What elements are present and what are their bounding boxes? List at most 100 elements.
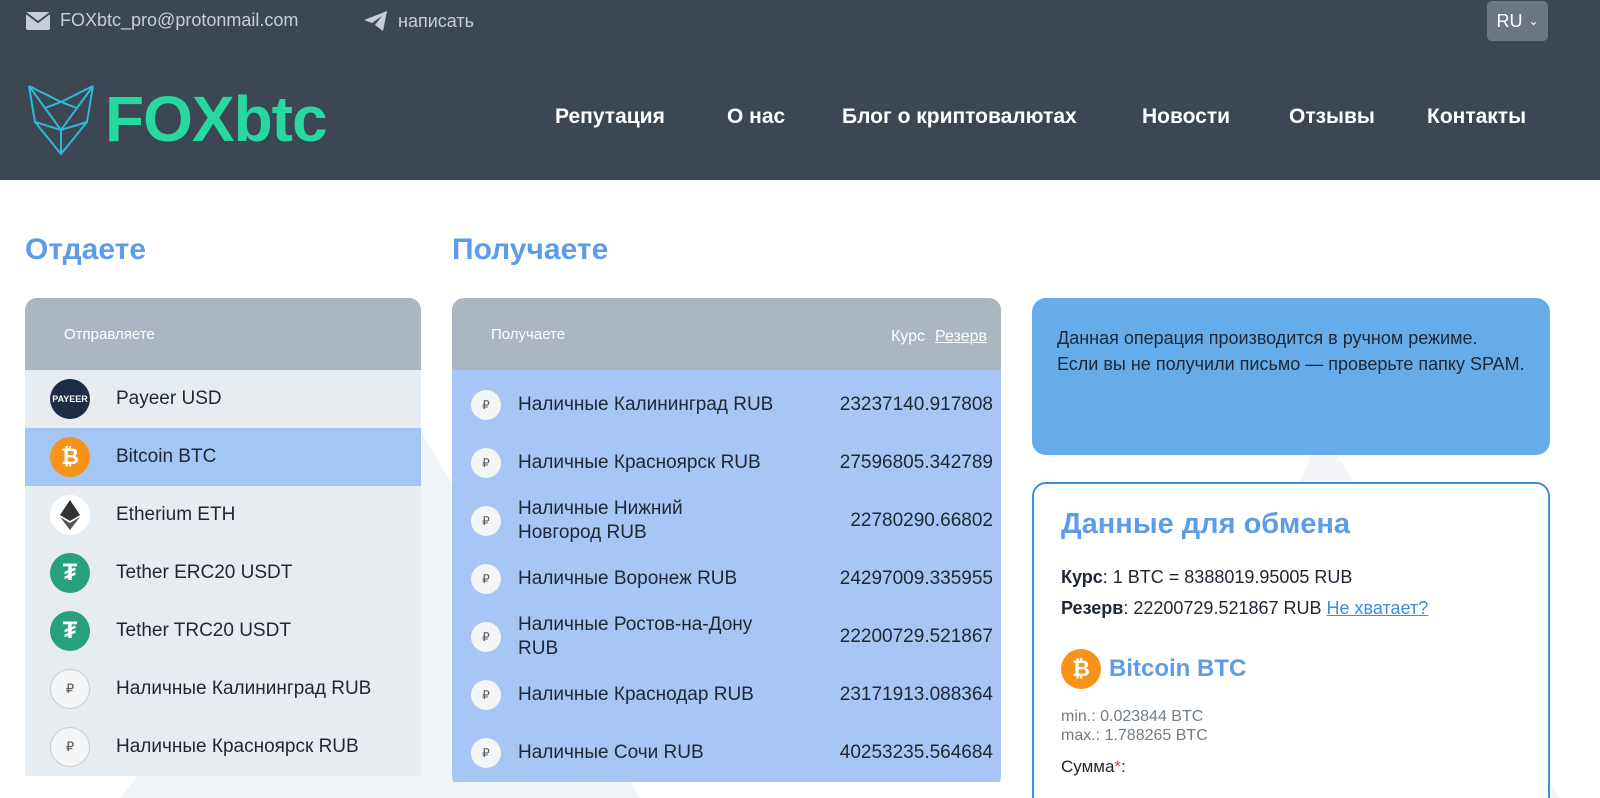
max-amount: max.: 1.788265 BTC: [1061, 727, 1208, 744]
amount-label-text: Сумма: [1061, 757, 1115, 776]
give-item-cash-kaliningrad[interactable]: ₽ Наличные Калининград RUB: [25, 660, 421, 718]
bitcoin-icon: ₿: [1061, 649, 1101, 689]
give-item-payeer[interactable]: PAYEER Payeer USD: [25, 370, 421, 428]
mail-icon: [25, 11, 51, 30]
language-value: RU: [1496, 10, 1523, 31]
give-panel-header: Отправляете: [25, 298, 421, 370]
cash-icon: ₽: [471, 390, 501, 420]
exchange-limits: min.: 0.023844 BTC max.: 1.788265 BTC: [1061, 707, 1521, 745]
email-text: FOXbtc_pro@protonmail.com: [60, 10, 299, 30]
get-panel-header: Получаете Курс Резерв: [452, 298, 1001, 370]
fox-logo-icon: [28, 85, 94, 156]
give-item-tether-trc20[interactable]: ₮ Tether TRC20 USDT: [25, 602, 421, 660]
get-item[interactable]: ₽ Наличные Нижний Новгород RUB 22780290.…: [452, 492, 1001, 550]
exchange-coin-label: Bitcoin BTC: [1109, 655, 1247, 682]
cash-icon: ₽: [471, 564, 501, 594]
email-link[interactable]: FOXbtc_pro@protonmail.com: [25, 10, 298, 31]
amount-colon: :: [1121, 757, 1126, 776]
list-item-reserve: 40253235.564684: [839, 742, 993, 763]
nav-contacts[interactable]: Контакты: [1427, 105, 1526, 129]
rate-value: : 1 BTC = 8388019.95005 RUB: [1102, 567, 1353, 587]
site-header: FOXbtc_pro@protonmail.com написать RU ⌄ …: [0, 0, 1600, 180]
tether-icon: ₮: [50, 553, 90, 593]
payeer-icon: PAYEER: [50, 379, 90, 419]
exchange-title: Данные для обмена: [1061, 508, 1351, 540]
get-list: ₽ Наличные Калининград RUB 23237140.9178…: [452, 370, 1001, 782]
nav-about[interactable]: О нас: [727, 105, 785, 129]
give-item-bitcoin[interactable]: ₿ Bitcoin BTC: [25, 428, 421, 486]
list-item-label: Наличные Ростов-на-Дону RUB: [518, 614, 753, 659]
list-item-reserve: 22780290.66802: [850, 510, 993, 531]
min-amount: min.: 0.023844 BTC: [1061, 708, 1204, 725]
amount-label: Сумма*:: [1061, 757, 1521, 777]
get-item[interactable]: ₽ Наличные Воронеж RUB 24297009.335955: [452, 550, 1001, 608]
exchange-reserve: Резерв: 22200729.521867 RUB Не хватает?: [1061, 598, 1521, 619]
logo-text: FOXbtc: [105, 83, 328, 155]
sort-rate-link[interactable]: Курс: [891, 328, 925, 346]
get-item[interactable]: ₽ Наличные Калининград RUB 23237140.9178…: [452, 376, 1001, 434]
nav-news[interactable]: Новости: [1142, 105, 1230, 129]
chevron-down-icon: ⌄: [1528, 14, 1539, 28]
notice-line-2: Если вы не получили письмо — проверьте п…: [1057, 354, 1525, 374]
list-item-reserve: 27596805.342789: [839, 452, 993, 473]
get-item[interactable]: ₽ Наличные Красноярск RUB 27596805.34278…: [452, 434, 1001, 492]
bitcoin-icon: ₿: [50, 437, 90, 477]
list-item-label: Payeer USD: [116, 388, 222, 409]
list-item-reserve: 22200729.521867: [839, 626, 993, 647]
cash-icon: ₽: [471, 506, 501, 536]
exchange-data-card: Данные для обмена Курс: 1 BTC = 8388019.…: [1032, 482, 1550, 798]
cash-icon: ₽: [471, 448, 501, 478]
nav-reviews[interactable]: Отзывы: [1289, 105, 1375, 129]
sort-reserve-link[interactable]: Резерв: [935, 328, 987, 346]
tether-icon: ₮: [50, 611, 90, 651]
notice-line-1: Данная операция производится в ручном ре…: [1057, 328, 1478, 348]
reserve-value: : 22200729.521867 RUB: [1123, 598, 1327, 618]
give-item-cash-krasnoyarsk[interactable]: ₽ Наличные Красноярск RUB: [25, 718, 421, 776]
manual-mode-notice: Данная операция производится в ручном ре…: [1032, 298, 1550, 455]
cash-icon: ₽: [50, 727, 90, 767]
write-link[interactable]: написать: [363, 10, 474, 32]
get-item[interactable]: ₽ Наличные Ростов-на-Дону RUB 22200729.5…: [452, 608, 1001, 666]
list-item-label: Наличные Сочи RUB: [518, 742, 704, 763]
list-item-label: Наличные Калининград RUB: [116, 678, 372, 699]
cash-icon: ₽: [471, 680, 501, 710]
write-text: написать: [398, 10, 474, 31]
cash-icon: ₽: [50, 669, 90, 709]
nav-blog[interactable]: Блог о криптовалютах: [842, 105, 1077, 129]
give-item-ethereum[interactable]: Etherium ETH: [25, 486, 421, 544]
list-item-label: Bitcoin BTC: [116, 446, 217, 467]
list-item-label: Наличные Красноярск RUB: [518, 452, 761, 473]
exchange-rate: Курс: 1 BTC = 8388019.95005 RUB: [1061, 567, 1521, 588]
list-item-reserve: 24297009.335955: [839, 568, 993, 589]
telegram-icon: [364, 11, 387, 31]
give-header-label: Отправляете: [64, 325, 155, 343]
rate-label: Курс: [1061, 567, 1103, 587]
get-item[interactable]: ₽ Наличные Краснодар RUB 23171913.088364: [452, 666, 1001, 724]
get-item[interactable]: ₽ Наличные Сочи RUB 40253235.564684: [452, 724, 1001, 782]
give-title: Отдаете: [25, 233, 147, 266]
list-item-label: Наличные Нижний Новгород RUB: [518, 498, 683, 543]
nav-reputation[interactable]: Репутация: [555, 105, 665, 129]
list-item-label: Etherium ETH: [116, 504, 236, 525]
get-panel: Получаете Курс Резерв ₽ Наличные Калинин…: [452, 298, 1001, 788]
list-item-reserve: 23171913.088364: [839, 684, 993, 705]
language-select[interactable]: RU ⌄: [1487, 1, 1548, 41]
get-title: Получаете: [452, 233, 609, 266]
cash-icon: ₽: [471, 622, 501, 652]
list-item-reserve: 23237140.917808: [839, 394, 993, 415]
not-enough-link[interactable]: Не хватает?: [1327, 598, 1429, 618]
list-item-label: Наличные Краснодар RUB: [518, 684, 754, 705]
give-panel: Отправляете PAYEER Payeer USD ₿ Bitcoin …: [25, 298, 421, 798]
get-header-label: Получаете: [491, 325, 566, 343]
list-item-label: Tether ERC20 USDT: [116, 562, 293, 583]
get-header-links: Курс Резерв: [891, 328, 987, 346]
list-item-label: Наличные Воронеж RUB: [518, 568, 738, 589]
exchange-coin: ₿ Bitcoin BTC: [1061, 649, 1521, 689]
give-item-tether-erc20[interactable]: ₮ Tether ERC20 USDT: [25, 544, 421, 602]
list-item-label: Наличные Красноярск RUB: [116, 736, 359, 757]
list-item-label: Tether TRC20 USDT: [116, 620, 291, 641]
list-item-label: Наличные Калининград RUB: [518, 394, 774, 415]
cash-icon: ₽: [471, 738, 501, 768]
site-logo[interactable]: FOXbtc: [25, 82, 328, 156]
give-list: PAYEER Payeer USD ₿ Bitcoin BTC Etherium…: [25, 370, 421, 776]
